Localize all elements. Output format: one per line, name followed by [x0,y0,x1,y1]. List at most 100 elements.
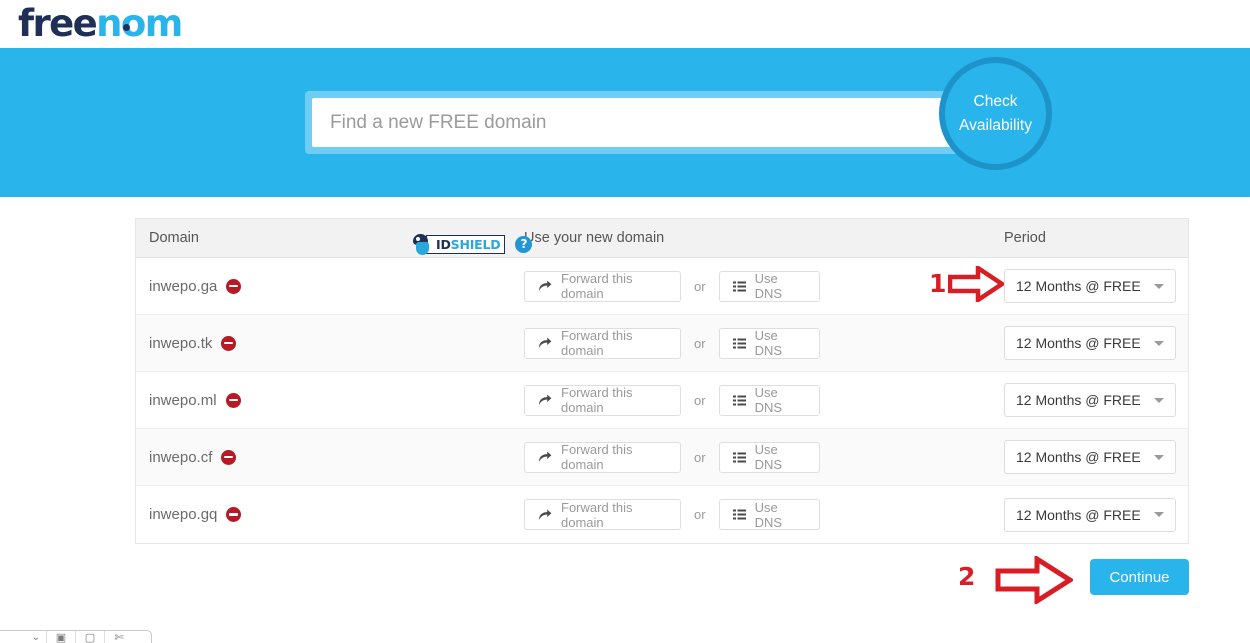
domain-cart-table: Domain IDSHIELD ? Use your new domain Pe… [135,218,1189,544]
cell-domain: inwepo.cf [136,449,519,466]
use-dns-button[interactable]: Use DNS [718,384,820,416]
use-dns-label: Use DNS [754,499,783,530]
forward-domain-label: Forward this domain [561,442,633,472]
logo-dot-icon [123,24,130,31]
remove-domain-icon[interactable] [226,278,242,294]
search-banner [0,48,1250,197]
domain-name-label: inwepo.tk [149,334,213,352]
forward-domain-button[interactable]: Forward this domain [524,327,681,359]
check-availability-button[interactable]: Check Availability [939,57,1052,170]
cell-domain: inwepo.tk [136,335,519,352]
forward-domain-label: Forward this domain [561,271,633,301]
list-icon [732,395,746,406]
cell-period: 12 Months @ FREE [1001,440,1188,474]
period-select-value: 12 Months @ FREE [1016,278,1141,294]
annotation-step-2-number: 2 [958,562,976,591]
remove-domain-icon[interactable] [226,507,242,522]
header-label-domain: Domain [149,230,199,246]
forward-arrow-icon [538,509,552,521]
table-header-row: Domain IDSHIELD ? Use your new domain Pe… [136,219,1188,258]
idshield-mascot-icon [413,233,432,255]
header-label-period: Period [1004,230,1046,246]
or-separator-label: or [694,392,706,408]
period-select[interactable]: 12 Months @ FREE [1004,497,1176,532]
list-icon [732,281,746,292]
period-select[interactable]: 12 Months @ FREE [1004,326,1176,360]
forward-arrow-icon [538,337,552,349]
annotation-step-1-arrow-icon [947,263,1007,307]
logo-text-free: free [18,2,98,45]
use-dns-button[interactable]: Use DNS [718,327,820,359]
remove-domain-icon[interactable] [221,335,237,351]
cell-period: 12 Months @ FREE [1001,269,1188,303]
continue-button[interactable]: Continue [1090,559,1189,595]
or-separator-label: or [694,507,706,522]
use-dns-button[interactable]: Use DNS [718,441,820,473]
forward-arrow-icon [538,394,552,406]
forward-domain-label: Forward this domain [561,499,633,530]
use-dns-label: Use DNS [754,328,783,358]
cell-period: 12 Months @ FREE [1001,497,1188,532]
forward-domain-button[interactable]: Forward this domain [524,384,681,416]
domain-name-label: inwepo.ga [149,277,218,295]
use-dns-button[interactable]: Use DNS [718,270,820,302]
logo-text-nom: nom [96,2,183,45]
domain-name-label: inwepo.gq [149,506,218,523]
forward-domain-button[interactable]: Forward this domain [524,270,681,302]
forward-domain-label: Forward this domain [561,385,633,415]
help-question-icon[interactable]: ? [515,235,533,253]
idshield-text-shield: SHIELD [450,236,501,252]
table-row: inwepo.gq Forward this domain or Use DNS 12 … [136,486,1188,543]
freenom-logo[interactable]: freenom [18,2,183,46]
period-select[interactable]: 12 Months @ FREE [1004,440,1176,474]
toolbar-window-icon[interactable]: ▢ [75,631,104,643]
use-dns-label: Use DNS [754,271,783,301]
chevron-down-icon [1154,512,1164,517]
forward-domain-button[interactable]: Forward this domain [524,441,681,473]
header-label-use-domain: Use your new domain [524,230,665,246]
period-select-value: 12 Months @ FREE [1016,506,1141,523]
annotation-step-2-arrow-icon [995,554,1075,609]
chevron-down-icon [1154,283,1164,289]
cell-period: 12 Months @ FREE [1001,326,1188,360]
cell-use-domain: Forward this domain or Use DNS [519,384,1001,416]
top-logo-bar: freenom [0,0,1250,48]
annotation-step-1-number: 1 [929,269,947,298]
cell-use-domain: Forward this domain or Use DNS [519,327,1001,359]
table-row: inwepo.tk Forward this domain or Use DNS 12 … [136,315,1188,372]
cell-domain: inwepo.ga [136,278,519,295]
period-select-value: 12 Months @ FREE [1016,392,1141,408]
toolbar-scissors-icon[interactable]: ✄ [104,631,133,643]
bottom-floating-toolbar[interactable]: ⌄ ▣ ▢ ✄ [0,630,152,643]
cell-period: 12 Months @ FREE [1001,383,1188,417]
idshield-text-box: IDSHIELD [426,234,506,254]
table-row: inwepo.cf Forward this domain or Use DNS 12 … [136,429,1188,486]
forward-domain-button[interactable]: Forward this domain [524,499,681,530]
period-select[interactable]: 12 Months @ FREE [1004,383,1176,417]
period-select[interactable]: 12 Months @ FREE [1004,269,1176,303]
period-select-value: 12 Months @ FREE [1016,335,1141,351]
table-row: inwepo.ga Forward this domain or Use DNS 12 … [136,258,1188,315]
search-input[interactable] [312,98,988,147]
chevron-down-icon [1154,454,1164,460]
or-separator-label: or [694,278,706,294]
forward-arrow-icon [538,451,552,463]
use-dns-button[interactable]: Use DNS [718,499,820,530]
chevron-down-icon [1154,397,1164,403]
cell-domain: inwepo.gq [136,506,519,523]
remove-domain-icon[interactable] [225,392,241,408]
idshield-badge[interactable]: IDSHIELD ? [413,233,533,255]
remove-domain-icon[interactable] [221,449,237,465]
list-icon [732,452,746,463]
forward-arrow-icon [538,280,552,292]
forward-domain-label: Forward this domain [561,328,633,358]
check-availability-line1: Check [973,93,1018,111]
toolbar-copy-icon[interactable]: ▣ [46,631,75,643]
search-field-wrapper [305,91,995,154]
table-row: inwepo.ml Forward this domain or Use DNS 12 … [136,372,1188,429]
domain-name-label: inwepo.cf [149,448,213,466]
period-select-value: 12 Months @ FREE [1016,449,1141,465]
toolbar-left-spacer: ⌄ [31,632,40,643]
check-availability-line2: Availability [959,116,1032,134]
header-cell-period: Period [1001,230,1188,246]
